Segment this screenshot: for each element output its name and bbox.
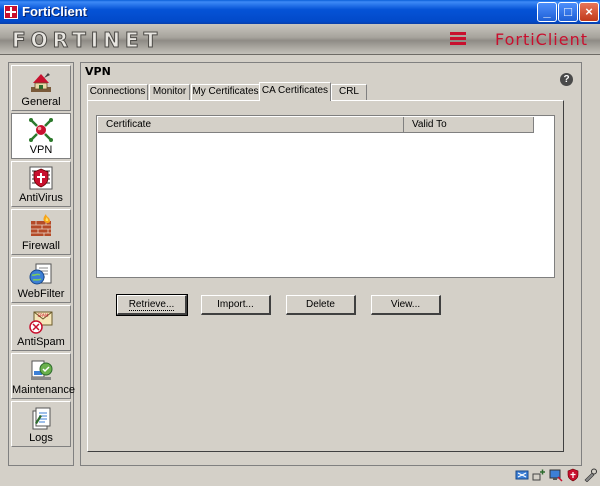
logs-icon [32,407,51,430]
list-header: Certificate Valid To [98,117,534,133]
title-bar[interactable]: FortiClient _ □ × [0,0,600,24]
sidebar-item-vpn[interactable]: VPN [11,113,71,159]
fortinet-logo: FORTINET [11,28,163,53]
retrieve-button[interactable]: Retrieve... [116,294,188,316]
network-status-icon[interactable] [515,468,529,482]
brand-banner: FORTINET FortiClient [0,24,600,55]
connection-icon[interactable] [532,468,546,482]
close-button[interactable]: × [579,2,599,22]
sidebar-item-general[interactable]: General [11,65,71,111]
sidebar-item-antispam[interactable]: SPAM AntiSpam [11,305,71,351]
sidebar-item-label: Logs [29,432,53,444]
window-title: FortiClient [22,4,87,19]
maximize-button[interactable]: □ [558,2,578,22]
sidebar-item-label: AntiSpam [17,336,65,348]
sidebar-item-label: WebFilter [17,288,65,300]
sidebar-item-webfilter[interactable]: WebFilter [11,257,71,303]
tools-icon[interactable] [583,468,597,482]
maintenance-icon [31,360,53,380]
vpn-icon [29,118,53,142]
tab-connections[interactable]: Connections [87,84,148,100]
sidebar-item-label: Maintenance [12,384,75,396]
retrieve-button-label: Retrieve... [128,299,175,311]
sidebar-item-label: AntiVirus [19,192,63,204]
column-header-valid-to[interactable]: Valid To [404,117,534,133]
import-button[interactable]: Import... [201,295,271,315]
monitor-icon[interactable] [549,468,563,482]
help-icon[interactable]: ? [560,73,573,86]
sidebar-item-label: Firewall [22,240,60,252]
shield-icon[interactable] [566,468,580,482]
sidebar-item-antivirus[interactable]: AntiVirus [11,161,71,207]
sidebar-item-firewall[interactable]: Firewall [11,209,71,255]
sidebar-item-logs[interactable]: Logs [11,401,71,447]
firewall-icon [31,214,51,236]
page-title: VPN [85,65,111,78]
forticlient-logo: FortiClient [494,30,588,49]
forticlient-logo-mark-icon [450,32,466,46]
antispam-icon: SPAM [29,311,53,334]
tab-crl[interactable]: CRL [331,84,367,100]
tab-monitor[interactable]: Monitor [149,84,190,100]
webfilter-icon [29,263,52,285]
home-icon [31,73,51,92]
minimize-button[interactable]: _ [537,2,557,22]
forticlient-app-icon[interactable] [4,5,18,19]
antivirus-icon [29,166,53,190]
tab-my-certificates[interactable]: My Certificates [191,84,260,100]
delete-button[interactable]: Delete [286,295,356,315]
tab-ca-certificates[interactable]: CA Certificates [259,82,331,101]
sidebar: General VPN AntiVirus Firewall WebFilter… [8,62,75,466]
sidebar-item-label: VPN [29,144,53,156]
view-button[interactable]: View... [371,295,441,315]
sidebar-item-label: General [21,96,61,108]
sidebar-item-maintenance[interactable]: Maintenance [11,353,75,399]
ca-certificate-list[interactable]: Certificate Valid To [96,115,555,278]
svg-text:SPAM: SPAM [38,313,49,318]
column-header-certificate[interactable]: Certificate [98,117,404,133]
